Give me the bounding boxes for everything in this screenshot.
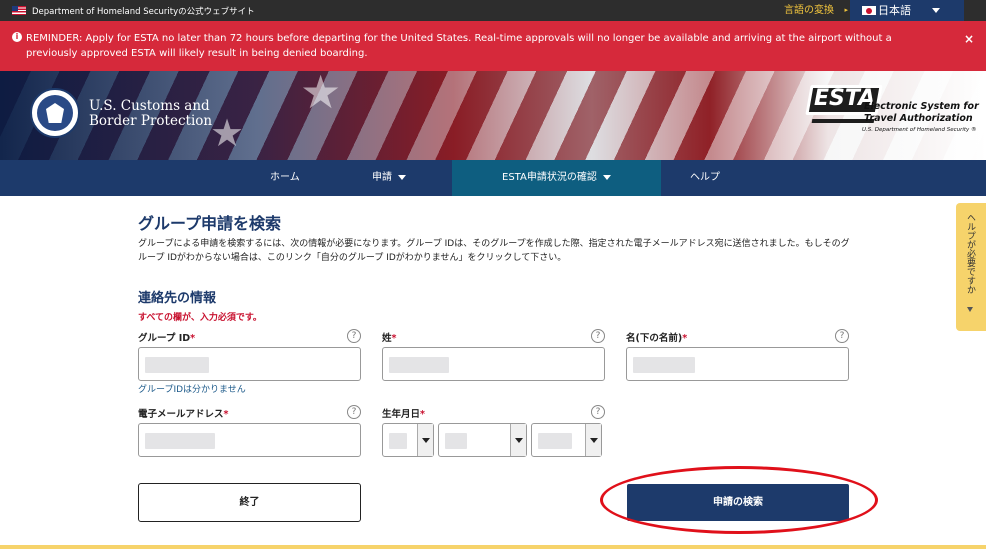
group-id-input[interactable] [138, 347, 361, 381]
alert-message: REMINDER: Apply for ESTA no later than 7… [26, 33, 892, 59]
exit-button[interactable]: 終了 [138, 483, 361, 522]
email-label-text: 電子メールアドレス [138, 409, 224, 420]
dob-month-select[interactable] [438, 423, 527, 457]
translate-link[interactable]: 言語の変換 ▸ [776, 0, 850, 21]
us-flag-icon [12, 6, 26, 15]
star-decoration-icon: ★ [300, 65, 342, 119]
nav-status-label: ESTA申請状況の確認 [502, 172, 597, 183]
dob-label: 生年月日* [382, 406, 425, 420]
unknown-group-id-link[interactable]: グループIDは分かりません [138, 382, 246, 395]
redacted-value [145, 433, 215, 449]
required-asterisk: * [682, 333, 688, 344]
redacted-value [445, 433, 467, 449]
dob-label-text: 生年月日 [382, 409, 421, 420]
email-input[interactable] [138, 423, 361, 457]
redacted-value [633, 357, 695, 373]
group-id-label-text: グループ ID [138, 333, 191, 344]
nav-home-label: ホーム [270, 172, 300, 183]
given-name-label-text: 名(下の名前) [626, 333, 683, 344]
help-icon[interactable]: ? [591, 405, 605, 419]
agency-name[interactable]: U.S. Customs and Border Protection [89, 99, 212, 129]
esta-full-name-line1: Electronic System for [864, 101, 979, 112]
chevron-right-icon: ▸ [844, 6, 848, 14]
redacted-value [389, 357, 449, 373]
surname-label-text: 姓 [382, 333, 392, 344]
required-asterisk: * [223, 409, 229, 420]
reminder-alert: i REMINDER: Apply for ESTA no later than… [0, 21, 986, 71]
highlight-annotation-ellipse [600, 466, 878, 534]
dob-day-select[interactable] [382, 423, 434, 457]
help-tab[interactable]: ヘルプが必要ですか [956, 203, 986, 331]
official-site-text: Department of Homeland Securityの公式ウェブサイト [32, 7, 255, 17]
esta-dhs-subtitle: U.S. Department of Homeland Security ® [862, 127, 977, 133]
help-icon[interactable]: ? [347, 329, 361, 343]
chevron-down-icon [398, 174, 406, 180]
language-selector[interactable]: 日本語 [850, 0, 964, 21]
translate-label: 言語の変換 [784, 5, 834, 16]
close-icon[interactable]: × [964, 32, 974, 47]
required-asterisk: * [391, 333, 397, 344]
given-name-input[interactable] [626, 347, 849, 381]
nav-apply[interactable]: 申請 [372, 160, 406, 196]
help-tab-label: ヘルプが必要ですか [965, 213, 975, 294]
nav-home[interactable]: ホーム [270, 160, 300, 196]
chevron-down-icon [602, 174, 611, 180]
nav-status[interactable]: ESTA申請状況の確認 [452, 160, 661, 196]
redacted-value [538, 433, 572, 449]
intro-text: グループによる申請を検索するには、次の情報が必要になります。グループ IDは、そ… [138, 239, 850, 263]
dropdown-arrow-icon [510, 424, 526, 456]
footer-edge [0, 545, 986, 549]
redacted-value [145, 357, 209, 373]
required-asterisk: * [420, 409, 425, 420]
top-bar: Department of Homeland Securityの公式ウェブサイト… [0, 0, 986, 21]
dob-year-select[interactable] [531, 423, 602, 457]
dhs-seal-logo[interactable] [30, 88, 80, 138]
help-icon[interactable]: ? [835, 329, 849, 343]
agency-name-line2: Border Protection [89, 113, 213, 129]
dropdown-arrow-icon [585, 424, 601, 456]
section-title: 連絡先の情報 [138, 291, 217, 306]
chevron-down-icon [967, 307, 973, 312]
nav-help-label: ヘルプ [690, 172, 720, 183]
group-id-label: グループ ID* [138, 330, 195, 344]
star-decoration-icon: ★ [210, 111, 245, 155]
required-asterisk: * [190, 333, 196, 344]
agency-name-line1: U.S. Customs and [89, 98, 210, 114]
nav-help[interactable]: ヘルプ [690, 160, 720, 196]
required-note: すべての欄が、入力必須です。 [138, 313, 262, 323]
surname-label: 姓* [382, 330, 396, 344]
nav-apply-label: 申請 [372, 172, 392, 183]
esta-full-name: Electronic System for Travel Authorizati… [864, 101, 979, 125]
surname-input[interactable] [382, 347, 605, 381]
given-name-label: 名(下の名前)* [626, 330, 687, 344]
page-title: グループ申請を検索 [138, 214, 282, 233]
language-label: 日本語 [878, 4, 911, 17]
redacted-value [389, 433, 407, 449]
help-icon[interactable]: ? [347, 405, 361, 419]
chevron-down-icon [932, 8, 940, 13]
japan-flag-icon [862, 6, 876, 15]
esta-full-name-line2: Travel Authorization [864, 113, 973, 124]
help-icon[interactable]: ? [591, 329, 605, 343]
info-icon: i [12, 32, 22, 42]
dropdown-arrow-icon [417, 424, 433, 456]
main-nav: ホーム 申請 ESTA申請状況の確認 ヘルプ [0, 160, 986, 196]
email-label: 電子メールアドレス* [138, 406, 228, 420]
